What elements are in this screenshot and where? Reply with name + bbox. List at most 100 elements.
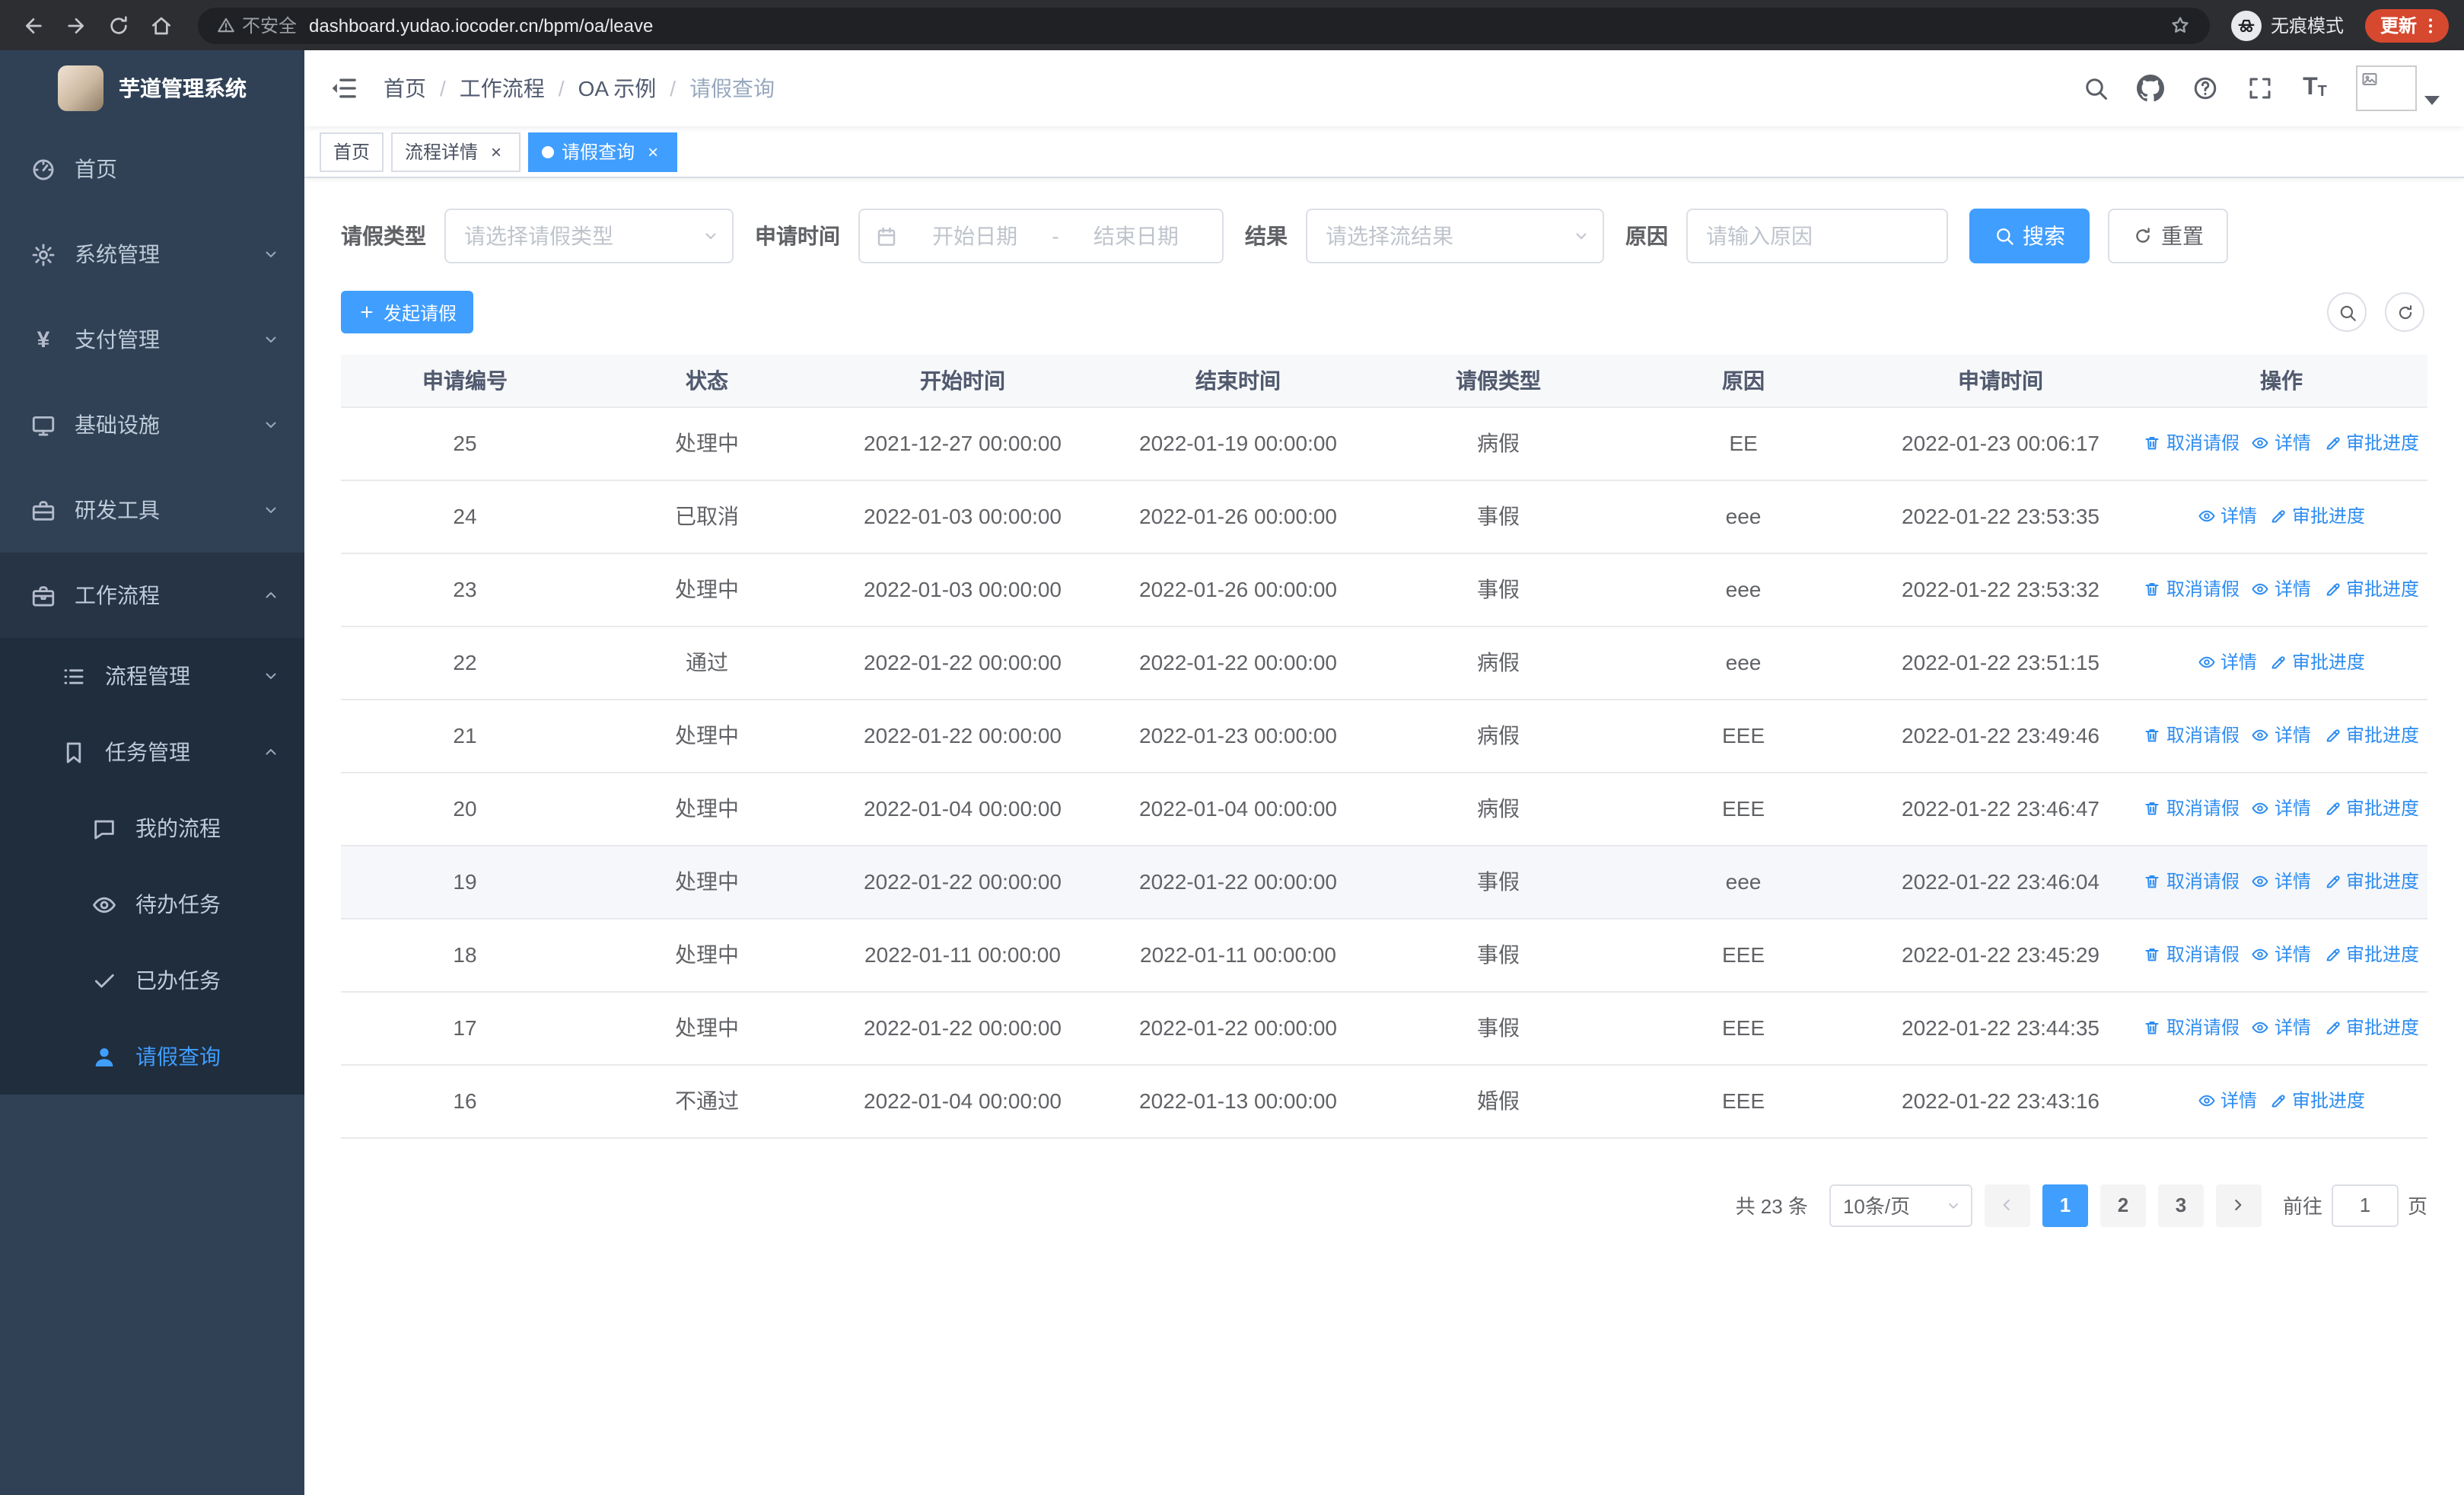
progress-action[interactable]: 审批进度	[2323, 1015, 2419, 1041]
cancel-action[interactable]: 取消请假	[2144, 430, 2240, 456]
home-icon[interactable]	[143, 7, 180, 43]
progress-action[interactable]: 审批进度	[2269, 1088, 2365, 1114]
chevron-right-icon	[2229, 1195, 2249, 1215]
detail-action[interactable]: 详情	[2198, 649, 2257, 675]
reason-input[interactable]	[1686, 209, 1948, 263]
detail-action[interactable]: 详情	[2252, 942, 2311, 967]
reset-button[interactable]: 重置	[2108, 209, 2228, 263]
back-icon[interactable]	[15, 7, 52, 43]
apply-time-label: 申请时间	[755, 224, 840, 248]
sidebar-item-11[interactable]: 请假查询	[0, 1018, 304, 1095]
sidebar-item-0[interactable]: 首页	[0, 126, 304, 212]
github-icon[interactable]	[2137, 75, 2164, 102]
search-button[interactable]: 搜索	[1969, 209, 2090, 263]
sidebar-item-8[interactable]: 我的流程	[0, 790, 304, 866]
close-icon[interactable]: ×	[485, 141, 507, 162]
cell-apply_time-value: 2022-01-22 23:46:47	[1902, 796, 2099, 821]
cell-id-value: 25	[453, 431, 477, 455]
user-menu[interactable]	[2356, 65, 2440, 111]
tab-0[interactable]: 首页	[320, 132, 384, 171]
table-row: 24 已取消 2022-01-03 00:00:00 2022-01-26 00:00…	[341, 480, 2427, 553]
sidebar-item-3[interactable]: 基础设施	[0, 382, 304, 467]
search-icon[interactable]	[2082, 75, 2109, 102]
goto-prefix: 前往	[2282, 1195, 2322, 1218]
page-3-button[interactable]: 3	[2157, 1184, 2204, 1226]
cancel-action[interactable]: 取消请假	[2144, 795, 2240, 821]
detail-action[interactable]: 详情	[2252, 869, 2311, 894]
browser-update-button[interactable]: 更新	[2364, 8, 2449, 42]
sidebar-item-7[interactable]: 任务管理	[0, 714, 304, 790]
cell-start-value: 2022-01-22 00:00:00	[864, 723, 1062, 748]
cell-start: 2022-01-03 00:00:00	[825, 553, 1100, 626]
apply-time-range-picker[interactable]: 开始日期 - 结束日期	[858, 209, 1224, 263]
fullscreen-icon[interactable]	[2246, 75, 2274, 102]
result-select[interactable]: 请选择流结果	[1306, 209, 1604, 263]
breadcrumb-item-1[interactable]: 工作流程	[460, 73, 545, 104]
detail-action[interactable]: 详情	[2198, 1088, 2257, 1114]
leave-type-select[interactable]: 请选择请假类型	[444, 209, 734, 263]
sidebar-item-label: 流程管理	[105, 664, 190, 688]
cancel-action[interactable]: 取消请假	[2144, 722, 2240, 748]
cell-reason: eee	[1621, 480, 1866, 553]
create-leave-button[interactable]: 发起请假	[341, 291, 474, 333]
browser-nav-buttons	[15, 7, 180, 43]
app-logo[interactable]: 芋道管理系统	[0, 50, 304, 126]
detail-action[interactable]: 详情	[2252, 576, 2311, 602]
bookmark-star-icon[interactable]	[2169, 14, 2192, 37]
detail-action[interactable]: 详情	[2198, 503, 2257, 529]
sidebar-item-6[interactable]: 流程管理	[0, 638, 304, 714]
monitor-icon	[30, 412, 56, 438]
page-1-button[interactable]: 1	[2042, 1184, 2088, 1226]
goto-page-input[interactable]	[2331, 1184, 2399, 1226]
sidebar-item-4[interactable]: 研发工具	[0, 467, 304, 553]
detail-action[interactable]: 详情	[2252, 430, 2311, 456]
progress-action[interactable]: 审批进度	[2269, 649, 2365, 675]
font-size-icon[interactable]: TT	[2301, 75, 2329, 102]
detail-action[interactable]: 详情	[2252, 722, 2311, 748]
reload-icon[interactable]	[100, 7, 137, 43]
detail-action[interactable]: 详情	[2252, 1015, 2311, 1041]
eye-icon	[2252, 726, 2270, 744]
edit-icon	[2323, 799, 2341, 818]
progress-action[interactable]: 审批进度	[2323, 722, 2419, 748]
progress-action[interactable]: 审批进度	[2323, 869, 2419, 894]
calendar-icon	[875, 225, 898, 247]
cancel-action[interactable]: 取消请假	[2144, 1015, 2240, 1041]
progress-action-label: 审批进度	[2346, 798, 2420, 820]
sidebar-item-2[interactable]: ¥ 支付管理	[0, 297, 304, 382]
cancel-action[interactable]: 取消请假	[2144, 576, 2240, 602]
browser-menu-icon[interactable]	[2420, 14, 2441, 36]
page-2-button[interactable]: 2	[2099, 1184, 2146, 1226]
page-size-select[interactable]: 10条/页	[1829, 1184, 1972, 1226]
address-bar[interactable]: 不安全 dashboard.yudao.iocoder.cn/bpm/oa/le…	[198, 7, 2210, 43]
toggle-search-button[interactable]	[2327, 292, 2367, 332]
detail-action[interactable]: 详情	[2252, 795, 2311, 821]
breadcrumb-item-0[interactable]: 首页	[384, 73, 426, 104]
cancel-action[interactable]: 取消请假	[2144, 942, 2240, 967]
next-page-button[interactable]	[2215, 1184, 2262, 1226]
progress-action-label: 审批进度	[2292, 652, 2366, 674]
progress-action[interactable]: 审批进度	[2323, 430, 2419, 456]
tab-2[interactable]: 请假查询 ×	[528, 132, 678, 171]
security-chip[interactable]: 不安全	[216, 12, 297, 38]
breadcrumb-item-2[interactable]: OA 示例	[578, 73, 657, 104]
sidebar-item-label: 请假查询	[135, 1044, 221, 1069]
progress-action[interactable]: 审批进度	[2323, 942, 2419, 967]
progress-action[interactable]: 审批进度	[2323, 576, 2419, 602]
sidebar-item-9[interactable]: 待办任务	[0, 866, 304, 942]
sidebar: 芋道管理系统 首页 系统管理 ¥ 支付管理 基础设施 研发工具 工作流程流程管理任务管理 我的…	[0, 50, 304, 1495]
refresh-table-button[interactable]	[2385, 292, 2424, 332]
sidebar-item-5[interactable]: 工作流程	[0, 553, 304, 638]
sidebar-item-1[interactable]: 系统管理	[0, 212, 304, 297]
sidebar-item-10[interactable]: 已办任务	[0, 942, 304, 1018]
close-icon[interactable]: ×	[642, 141, 664, 162]
tab-1[interactable]: 流程详情 ×	[391, 132, 521, 171]
forward-icon[interactable]	[58, 7, 94, 43]
help-icon[interactable]	[2192, 75, 2219, 102]
cancel-action[interactable]: 取消请假	[2144, 869, 2240, 894]
progress-action[interactable]: 审批进度	[2323, 795, 2419, 821]
progress-action[interactable]: 审批进度	[2269, 503, 2365, 529]
prev-page-button[interactable]	[1984, 1184, 2030, 1226]
cell-id-value: 16	[453, 1089, 477, 1113]
hamburger-icon[interactable]	[329, 73, 359, 104]
